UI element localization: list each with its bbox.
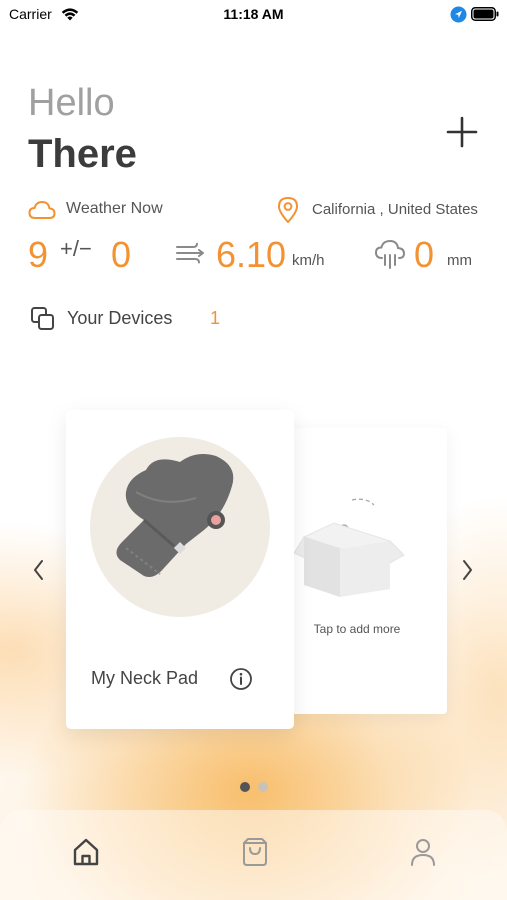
- shopping-bag-icon: [243, 838, 267, 866]
- tab-home[interactable]: [69, 835, 103, 869]
- page-indicator-dot-active[interactable]: [240, 782, 250, 792]
- weather-now-label: Weather Now: [66, 200, 163, 217]
- user-icon: [411, 839, 435, 866]
- home-icon: [73, 838, 99, 866]
- wind-icon: [175, 241, 207, 270]
- chevron-right-icon[interactable]: [456, 556, 478, 589]
- info-icon[interactable]: [229, 667, 253, 696]
- rainfall-unit: mm: [447, 252, 472, 269]
- greeting-hello: Hello: [28, 82, 115, 124]
- rain-cloud-icon: [374, 238, 408, 275]
- wind-speed-value: 6.10: [216, 234, 287, 275]
- status-bar: Carrier 11:18 AM: [0, 0, 507, 30]
- temperature-deviation: 0: [111, 234, 132, 275]
- plus-minus-symbol: +/−: [60, 236, 92, 261]
- status-time: 11:18 AM: [223, 6, 284, 22]
- greeting-there: There: [28, 132, 137, 176]
- copy-icon: [30, 306, 56, 337]
- rainfall-value: 0: [414, 234, 435, 275]
- chevron-left-icon[interactable]: [28, 556, 50, 589]
- your-devices-label: Your Devices: [67, 308, 173, 328]
- location-label: California , United States: [312, 201, 478, 218]
- cloud-icon: [28, 200, 56, 225]
- tab-profile[interactable]: [406, 835, 440, 869]
- plus-icon: [446, 116, 478, 148]
- add-more-label[interactable]: Tap to add more: [294, 622, 420, 636]
- tab-shop[interactable]: [238, 835, 272, 869]
- map-pin-icon: [276, 196, 300, 229]
- location-services-icon: [450, 6, 467, 26]
- battery-icon: [471, 7, 499, 24]
- devices-count: 1: [210, 308, 221, 328]
- open-box-icon: [293, 497, 420, 612]
- device-name: My Neck Pad: [91, 668, 199, 688]
- neck-pad-image: [104, 448, 254, 613]
- add-device-button[interactable]: [440, 110, 484, 154]
- page-indicator-dot[interactable]: [258, 782, 268, 792]
- wind-speed-unit: km/h: [292, 252, 325, 269]
- temperature-value: 9: [28, 234, 49, 275]
